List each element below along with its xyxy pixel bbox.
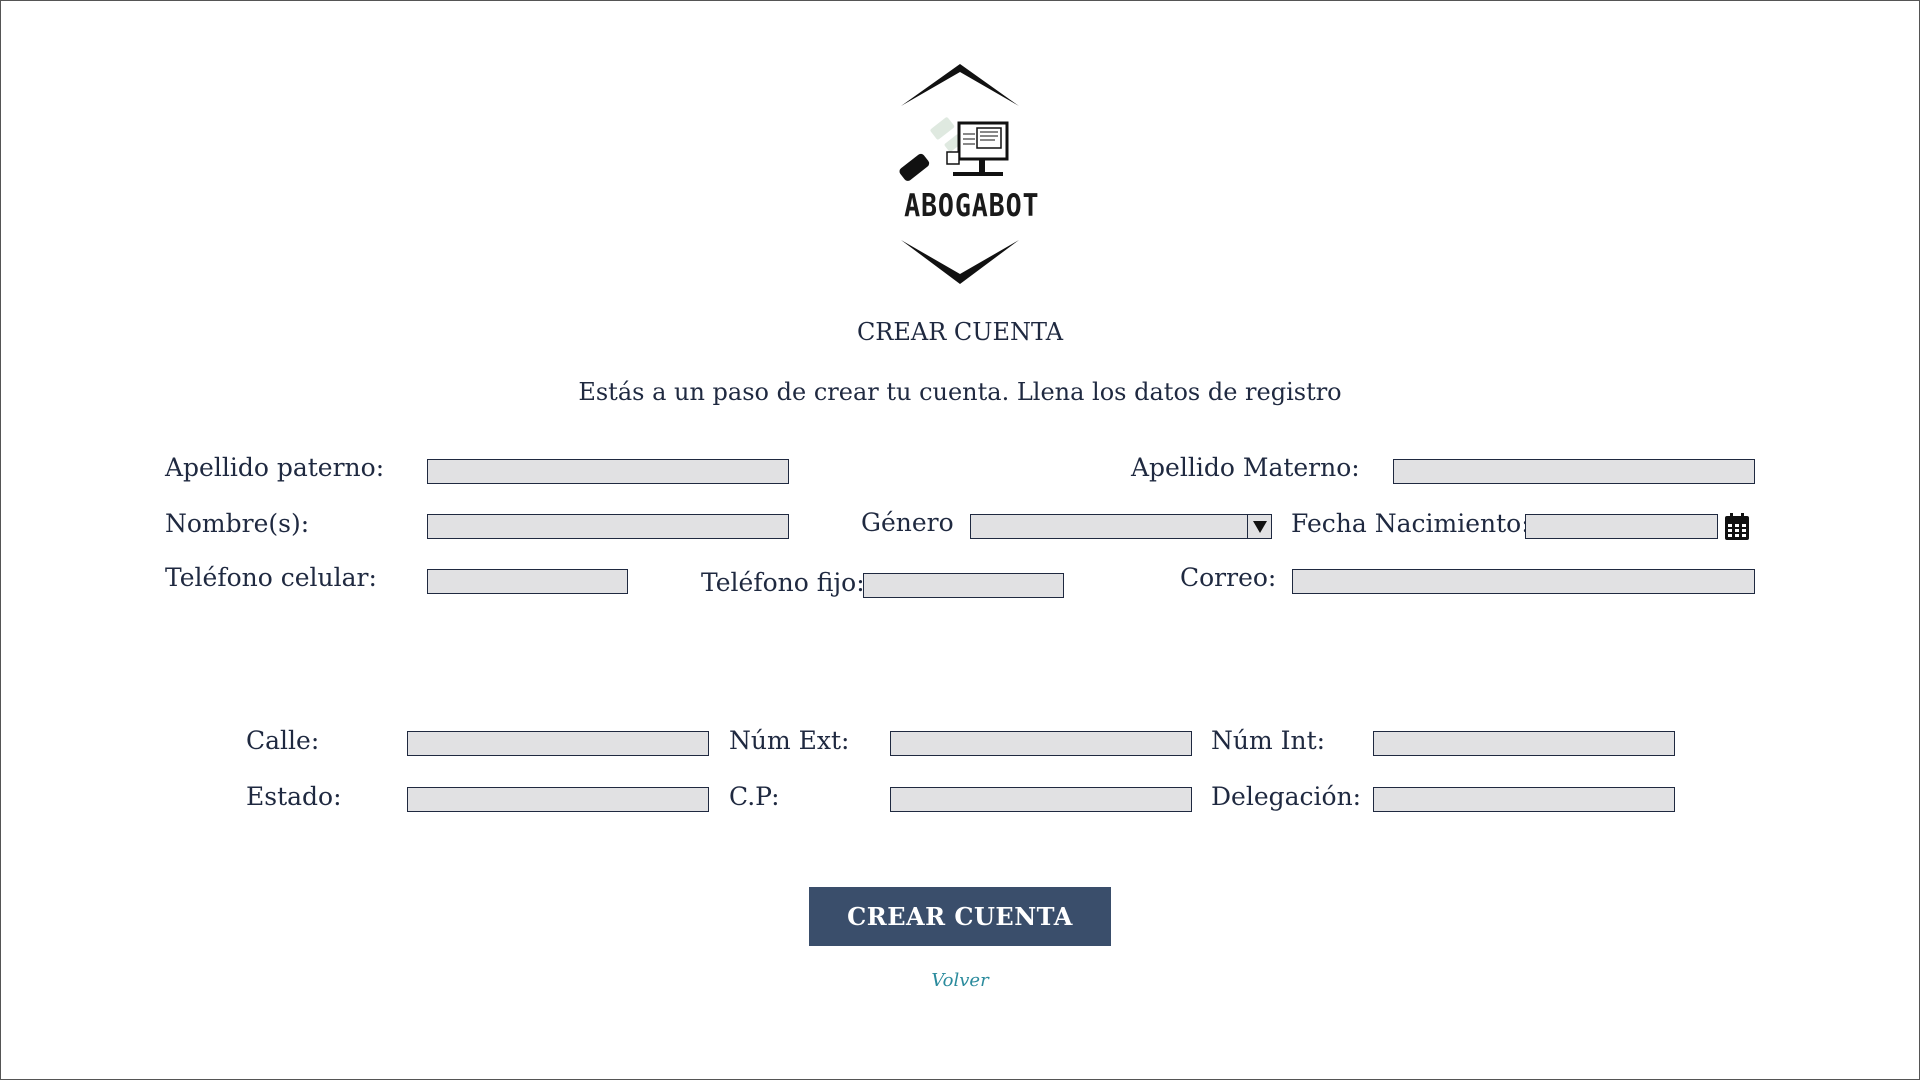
crear-cuenta-button[interactable]: CREAR CUENTA [809, 887, 1111, 946]
calle-label: Calle: [246, 726, 320, 755]
fecha-nacimiento-label: Fecha Nacimiento: [1291, 509, 1530, 538]
num-ext-label: Núm Ext: [729, 726, 850, 755]
calle-field[interactable] [407, 731, 709, 756]
estado-field[interactable] [407, 787, 709, 812]
fecha-nacimiento-field[interactable] [1525, 514, 1718, 539]
num-int-label: Núm Int: [1211, 726, 1326, 755]
cp-label: C.P: [729, 782, 780, 811]
delegacion-label: Delegación: [1211, 782, 1362, 811]
estado-label: Estado: [246, 782, 342, 811]
volver-link[interactable]: Volver [0, 970, 1920, 991]
apellido-materno-field[interactable] [1393, 459, 1755, 484]
logo-text: ABOGABOT [904, 188, 1040, 224]
apellido-paterno-label: Apellido paterno: [165, 453, 385, 482]
cp-field[interactable] [890, 787, 1192, 812]
nombres-field[interactable] [427, 514, 789, 539]
genero-select[interactable] [970, 514, 1272, 539]
page-title: CREAR CUENTA [856, 318, 1064, 346]
page-subtitle: Estás a un paso de crear tu cuenta. Llen… [578, 378, 1342, 406]
apellido-materno-label: Apellido Materno: [1131, 453, 1360, 482]
apellido-paterno-field[interactable] [427, 459, 789, 484]
genero-label: Género [861, 508, 954, 537]
correo-field[interactable] [1292, 569, 1755, 594]
abogabot-logo: ABOGABOT [895, 60, 1040, 292]
nombres-label: Nombre(s): [165, 509, 310, 538]
logo-emblem-icon [899, 64, 1019, 284]
triangle-down-icon[interactable] [1247, 515, 1271, 538]
delegacion-field[interactable] [1373, 787, 1675, 812]
num-int-field[interactable] [1373, 731, 1675, 756]
num-ext-field[interactable] [890, 731, 1192, 756]
correo-label: Correo: [1180, 563, 1277, 592]
telefono-celular-label: Teléfono celular: [165, 563, 377, 592]
telefono-fijo-field[interactable] [863, 573, 1064, 598]
telefono-fijo-label: Teléfono fijo: [701, 568, 865, 597]
telefono-celular-field[interactable] [427, 569, 628, 594]
calendar-icon[interactable] [1724, 513, 1750, 541]
